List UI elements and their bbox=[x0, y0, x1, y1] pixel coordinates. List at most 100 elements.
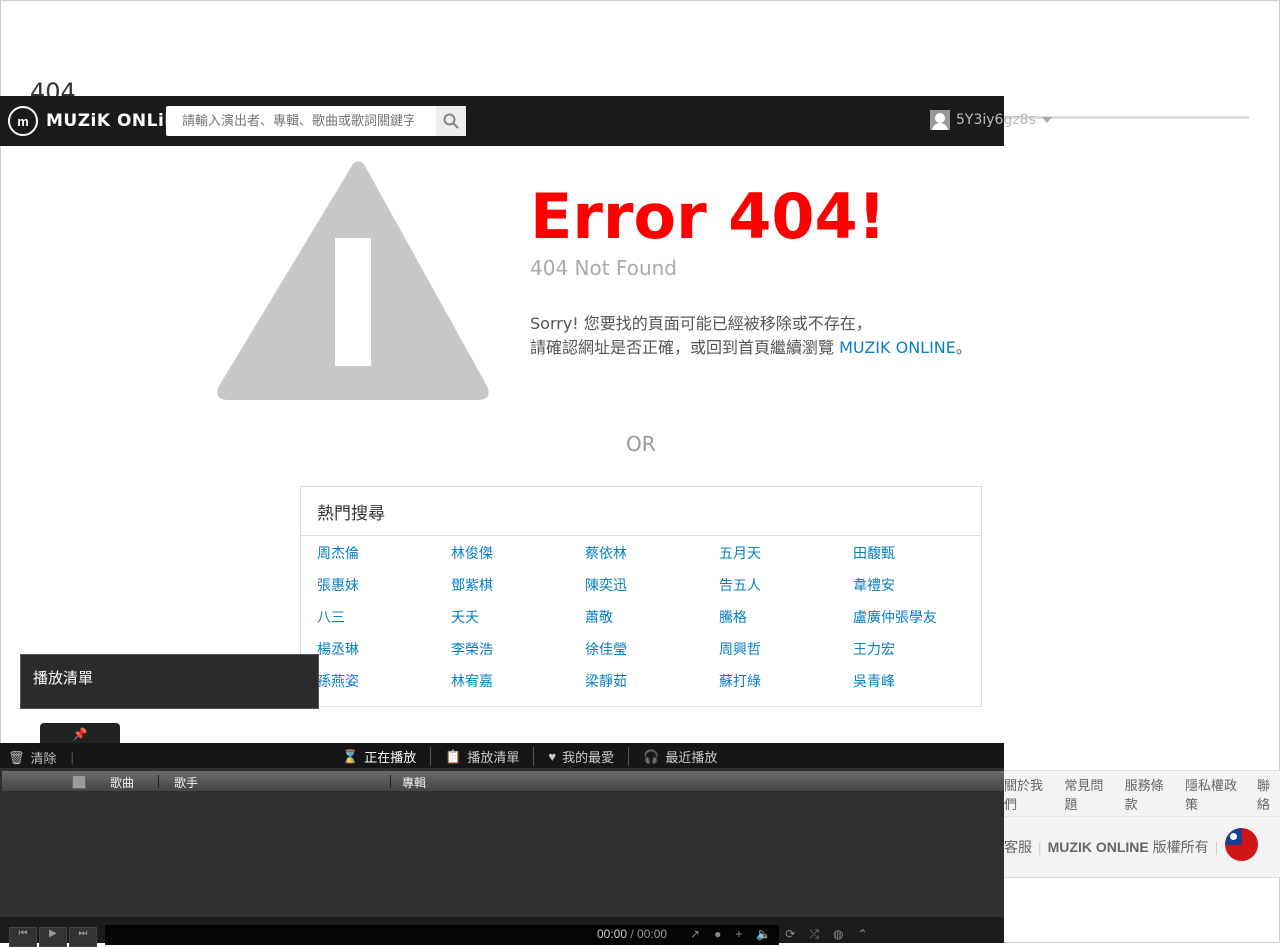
info-icon[interactable]: ● bbox=[714, 927, 721, 942]
popular-link[interactable]: 陳奕迅 bbox=[585, 572, 719, 604]
time-current: 00:00 bbox=[597, 927, 628, 941]
column-separator bbox=[158, 775, 159, 788]
tab-label: 播放清單 bbox=[467, 750, 520, 765]
clear-button[interactable]: 🗑 清除 | bbox=[8, 748, 74, 767]
popular-link[interactable]: 周杰倫 bbox=[317, 540, 451, 572]
popular-link[interactable]: 田馥甄 bbox=[853, 540, 987, 572]
col-song[interactable]: 歌曲 bbox=[110, 774, 134, 791]
footer-separator: | bbox=[1214, 839, 1219, 855]
next-icon[interactable]: ⏭ bbox=[69, 927, 97, 947]
tab-label: 我的最愛 bbox=[562, 750, 615, 765]
tab-playlist[interactable]: 📋 播放清單 bbox=[430, 747, 533, 766]
pin-icon[interactable]: 📌 bbox=[40, 723, 120, 745]
footer-link[interactable]: 常見問題 bbox=[1064, 775, 1110, 813]
footer-link[interactable]: 服務條款 bbox=[1125, 775, 1171, 813]
add-icon[interactable]: + bbox=[735, 927, 742, 942]
chevron-down-icon bbox=[1041, 117, 1052, 123]
error-message: Sorry! 您要找的頁面可能已經被移除或不存在， 請確認網址是否正確，或回到首… bbox=[530, 312, 990, 360]
previous-icon[interactable]: ⏮ bbox=[9, 927, 37, 947]
popular-link[interactable]: 鄧紫棋 bbox=[451, 572, 585, 604]
col-artist[interactable]: 歌手 bbox=[174, 774, 198, 791]
m-logo-icon: m bbox=[8, 106, 38, 136]
dock-column-header: 歌曲 歌手 專輯 bbox=[2, 771, 1004, 791]
taiwan-flag-icon[interactable] bbox=[1225, 828, 1258, 861]
popular-searches-panel: 熱門搜尋 周杰倫 林俊傑 蔡依林 五月天 田馥甄 張惠妹 鄧紫棋 陳奕迅 告五人… bbox=[300, 486, 982, 707]
player-extra-icons: ↗ ● + 🔈 ⟳ ⤮ ◍ ⌃ bbox=[690, 927, 868, 942]
error-title: Error 404! bbox=[530, 180, 886, 253]
tab-label: 正在播放 bbox=[364, 750, 417, 765]
popular-link[interactable]: 五月天 bbox=[719, 540, 853, 572]
clipboard-icon: 📋 bbox=[445, 748, 462, 764]
footer-brand: MUZIK ONLINE bbox=[1047, 839, 1149, 855]
column-separator bbox=[390, 775, 391, 788]
top-navbar: m MUZiK ONLiNE 5Y3iy6gz8s bbox=[0, 96, 1052, 146]
progress-bar[interactable] bbox=[105, 925, 779, 945]
tab-now-playing[interactable]: ⌛ 正在播放 bbox=[328, 747, 430, 766]
or-divider: OR bbox=[626, 432, 656, 456]
warning-icon bbox=[217, 161, 489, 400]
hourglass-icon: ⌛ bbox=[342, 748, 359, 764]
error-message-lead: Sorry! 您要找的頁面可能已經被移除或不存在， bbox=[530, 314, 872, 333]
popular-link[interactable]: 李榮浩 bbox=[451, 636, 585, 668]
popular-link[interactable]: 王力宏 bbox=[853, 636, 987, 668]
popular-link[interactable]: 蔡依林 bbox=[585, 540, 719, 572]
popular-link[interactable]: 告五人 bbox=[719, 572, 853, 604]
col-album[interactable]: 專輯 bbox=[402, 774, 426, 791]
time-total: / 00:00 bbox=[630, 927, 668, 941]
popular-link[interactable]: 騰格 bbox=[719, 604, 853, 636]
site-logo[interactable]: m MUZiK ONLiNE bbox=[8, 106, 191, 136]
popular-links: 周杰倫 林俊傑 蔡依林 五月天 田馥甄 張惠妹 鄧紫棋 陳奕迅 告五人 韋禮安 … bbox=[301, 536, 981, 700]
error-message-tail: 。 bbox=[955, 338, 972, 357]
popular-link[interactable]: 盧廣仲張學友 bbox=[853, 604, 987, 636]
play-icon[interactable]: ▶ bbox=[39, 927, 67, 947]
search-input[interactable] bbox=[166, 106, 422, 136]
footer-separator: | bbox=[1038, 839, 1042, 855]
trash-icon: 🗑 bbox=[8, 749, 25, 765]
popular-link[interactable]: 吳青峰 bbox=[853, 668, 987, 700]
time-display: 00:00 / 00:00 bbox=[597, 927, 667, 941]
popular-link[interactable]: 林宥嘉 bbox=[451, 668, 585, 700]
tab-recent[interactable]: 🎧 最近播放 bbox=[628, 747, 731, 766]
footer-suffix: 版權所有 bbox=[1152, 839, 1209, 855]
expand-icon[interactable]: ⌃ bbox=[857, 927, 867, 942]
footer-links: 關於我們 常見問題 服務條款 隱私權政策 聯絡 bbox=[1004, 770, 1280, 817]
search-button[interactable] bbox=[436, 106, 466, 136]
popular-link[interactable]: 韋禮安 bbox=[853, 572, 987, 604]
error-subtitle: 404 Not Found bbox=[530, 256, 678, 280]
popular-link[interactable]: 徐佳瑩 bbox=[585, 636, 719, 668]
footer-link[interactable]: 聯絡 bbox=[1257, 775, 1280, 813]
dock-tabs: ⌛ 正在播放 📋 播放清單 ♥ 我的最愛 🎧 最近播放 bbox=[328, 747, 731, 766]
popular-link[interactable]: 八三 bbox=[317, 604, 451, 636]
globe-icon[interactable]: ◍ bbox=[833, 927, 843, 942]
home-link[interactable]: MUZIK ONLINE bbox=[839, 338, 956, 357]
shuffle-icon[interactable]: ⤮ bbox=[809, 927, 819, 942]
search-box bbox=[166, 106, 466, 136]
popular-link[interactable]: 蘇打綠 bbox=[719, 668, 853, 700]
tooltip: 播放清單 bbox=[20, 654, 319, 709]
volume-icon[interactable]: 🔈 bbox=[756, 927, 771, 942]
user-menu[interactable]: 5Y3iy6gz8s bbox=[930, 110, 1052, 130]
popular-link[interactable]: 周興哲 bbox=[719, 636, 853, 668]
footer-link[interactable]: 隱私權政策 bbox=[1185, 775, 1243, 813]
heart-icon: ♥ bbox=[548, 749, 557, 764]
popular-link[interactable]: 蕭敬 bbox=[585, 604, 719, 636]
popular-link[interactable]: 梁靜茹 bbox=[585, 668, 719, 700]
repeat-icon[interactable]: ⟳ bbox=[785, 927, 795, 942]
popular-link[interactable]: 夭夭 bbox=[451, 604, 585, 636]
headphones-icon: 🎧 bbox=[643, 748, 660, 764]
divider: | bbox=[70, 750, 74, 765]
popular-link[interactable]: 孫燕姿 bbox=[317, 668, 451, 700]
tab-favorites[interactable]: ♥ 我的最愛 bbox=[533, 747, 628, 766]
share-icon[interactable]: ↗ bbox=[690, 927, 700, 942]
popular-link[interactable]: 楊丞琳 bbox=[317, 636, 451, 668]
player-dock: 🗑 清除 | ⌛ 正在播放 📋 播放清單 ♥ 我的最愛 🎧 最近播放 歌曲 歌手 專輯 … bbox=[0, 743, 1004, 947]
dock-tab-bar: 🗑 清除 | ⌛ 正在播放 📋 播放清單 ♥ 我的最愛 🎧 最近播放 bbox=[0, 743, 1004, 768]
footer-link[interactable]: 關於我們 bbox=[1004, 775, 1050, 813]
select-all-checkbox[interactable] bbox=[72, 775, 86, 789]
footer-prefix: 客服 bbox=[1004, 839, 1032, 855]
avatar bbox=[930, 110, 950, 130]
popular-link[interactable]: 林俊傑 bbox=[451, 540, 585, 572]
clear-label: 清除 bbox=[30, 751, 57, 766]
popular-link[interactable]: 張惠妹 bbox=[317, 572, 451, 604]
search-icon bbox=[443, 113, 459, 129]
